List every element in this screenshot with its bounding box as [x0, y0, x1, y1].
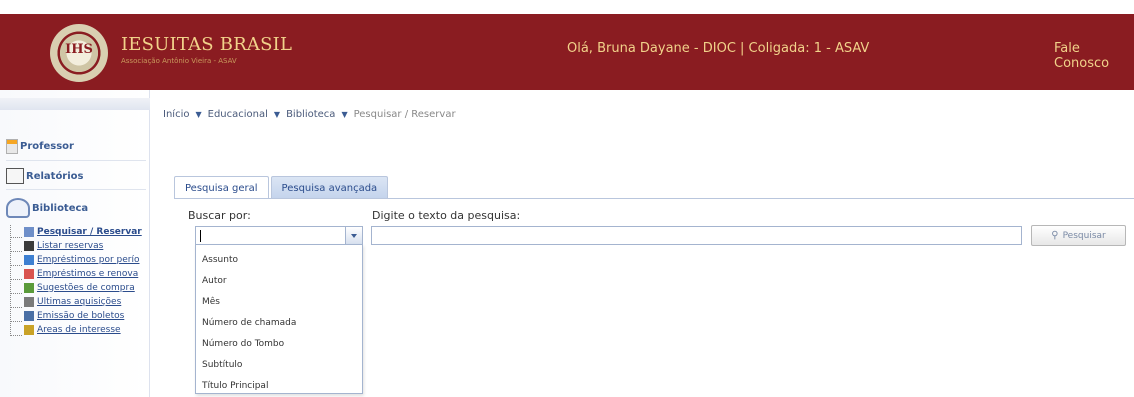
text-cursor	[200, 230, 201, 242]
sidebar-item-label[interactable]: Listar reservas	[37, 241, 145, 251]
logo-title: IESUITAS BRASIL	[121, 34, 293, 55]
chevron-down-icon: ▼	[341, 110, 348, 119]
new-items-icon	[24, 296, 34, 307]
list-icon	[24, 240, 34, 251]
sidebar: Professor Relatórios Biblioteca Pesquisa…	[0, 90, 150, 397]
dropdown-option-numero-chamada[interactable]: Número de chamada	[202, 318, 296, 328]
calendar-icon	[24, 254, 34, 265]
contact-link[interactable]: Fale Conosco	[1054, 41, 1134, 71]
interest-icon	[24, 324, 34, 335]
tab-pesquisa-avancada[interactable]: Pesquisa avançada	[270, 176, 389, 199]
sidebar-item-emissao-boletos[interactable]: Emissão de boletos	[10, 309, 145, 322]
top-header: IHS IESUITAS BRASIL Associação Antônio V…	[0, 0, 1134, 90]
tree-connector	[10, 253, 22, 266]
sidebar-divider	[6, 189, 146, 190]
search-input[interactable]	[371, 226, 1022, 245]
chevron-down-icon: ▼	[273, 110, 281, 119]
suggestion-icon	[24, 282, 34, 293]
sidebar-item-areas-interesse[interactable]: Áreas de interesse	[10, 323, 145, 336]
sidebar-item-label[interactable]: Emissão de boletos	[37, 311, 145, 321]
sidebar-divider	[6, 160, 146, 161]
tree-connector	[10, 225, 22, 238]
sidebar-item-label[interactable]: Sugestões de compra	[37, 283, 145, 293]
dropdown-option-mes[interactable]: Mês	[202, 297, 220, 307]
search-text-label: Digite o texto da pesquisa:	[372, 209, 521, 222]
invoice-icon	[24, 310, 34, 321]
library-icon	[6, 198, 30, 218]
sidebar-library-menu: Pesquisar / Reservar Listar reservas Emp…	[10, 225, 145, 337]
tree-connector	[10, 281, 22, 294]
sidebar-item-label[interactable]: Empréstimos por perío	[37, 255, 145, 265]
calendar-refresh-icon	[24, 268, 34, 279]
sidebar-section-label: Biblioteca	[32, 202, 89, 214]
emblem-text: IHS	[65, 42, 93, 57]
tree-connector	[10, 309, 22, 322]
sidebar-item-label[interactable]: Áreas de interesse	[37, 325, 145, 335]
dropdown-option-assunto[interactable]: Assunto	[202, 255, 238, 265]
reports-icon	[6, 168, 24, 184]
sidebar-item-sugestoes-compra[interactable]: Sugestões de compra	[10, 281, 145, 294]
user-greeting: Olá, Bruna Dayane - DIOC | Coligada: 1 -…	[567, 41, 870, 56]
sidebar-section-label: Relatórios	[26, 170, 84, 182]
sidebar-item-emprestimos-periodo[interactable]: Empréstimos por perío	[10, 253, 145, 266]
dropdown-option-titulo-principal[interactable]: Título Principal	[202, 381, 268, 391]
dropdown-option-numero-tombo[interactable]: Número do Tombo	[202, 339, 284, 349]
search-book-icon	[24, 226, 34, 237]
sidebar-section-biblioteca[interactable]: Biblioteca	[6, 198, 88, 218]
tree-connector	[10, 295, 22, 308]
breadcrumb-current: Pesquisar / Reservar	[353, 109, 456, 120]
buscar-por-label: Buscar por:	[188, 209, 251, 222]
professor-icon	[6, 139, 18, 154]
sidebar-section-label: Professor	[20, 141, 74, 152]
search-icon: ⚲	[1051, 230, 1059, 241]
sidebar-item-listar-reservas[interactable]: Listar reservas	[10, 239, 145, 252]
breadcrumb-item-educacional[interactable]: Educacional	[208, 109, 268, 120]
logo-subtitle: Associação Antônio Vieira - ASAV	[121, 57, 237, 65]
sidebar-item-pesquisar-reservar[interactable]: Pesquisar / Reservar	[10, 225, 145, 238]
sidebar-item-emprestimos-renovacoes[interactable]: Empréstimos e renova	[10, 267, 145, 280]
tree-connector	[10, 323, 22, 336]
tree-connector	[10, 239, 22, 252]
search-button[interactable]: ⚲ Pesquisar	[1031, 225, 1126, 246]
dropdown-option-autor[interactable]: Autor	[202, 276, 227, 286]
buscar-por-dropdown: Assunto Autor Mês Número de chamada Núme…	[195, 244, 363, 394]
search-button-label: Pesquisar	[1062, 230, 1106, 241]
jesuit-emblem-logo: IHS	[50, 24, 108, 82]
search-tabs: Pesquisa geral Pesquisa avançada	[174, 176, 389, 199]
sidebar-section-professor[interactable]: Professor	[6, 139, 74, 154]
dropdown-option-subtitulo[interactable]: Subtítulo	[202, 360, 242, 370]
chevron-down-icon[interactable]	[345, 227, 362, 244]
tree-connector	[10, 267, 22, 280]
sidebar-collapse-bar[interactable]	[0, 98, 150, 110]
breadcrumb-item-biblioteca[interactable]: Biblioteca	[286, 109, 335, 120]
sidebar-item-ultimas-aquisicoes[interactable]: Últimas aquisições	[10, 295, 145, 308]
sidebar-item-label[interactable]: Pesquisar / Reservar	[37, 227, 145, 237]
buscar-por-select[interactable]	[195, 226, 363, 245]
sidebar-item-label[interactable]: Empréstimos e renova	[37, 269, 145, 279]
breadcrumb: Início ▼ Educacional ▼ Biblioteca ▼ Pesq…	[163, 109, 456, 120]
breadcrumb-item-inicio[interactable]: Início	[163, 109, 189, 120]
tab-pesquisa-geral[interactable]: Pesquisa geral	[174, 176, 269, 199]
sidebar-item-label[interactable]: Últimas aquisições	[37, 297, 145, 307]
sidebar-section-relatorios[interactable]: Relatórios	[6, 168, 84, 184]
chevron-down-icon: ▼	[195, 110, 202, 119]
